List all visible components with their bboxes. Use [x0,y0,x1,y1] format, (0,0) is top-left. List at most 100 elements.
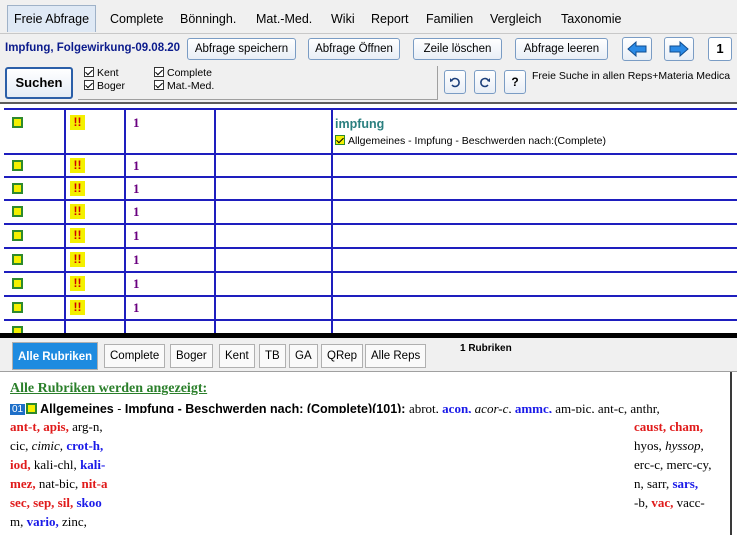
tab-kent[interactable]: Kent [219,344,255,368]
tab-alle-rubriken[interactable]: Alle Rubriken [12,342,99,370]
search-button[interactable]: Suchen [5,67,73,99]
undo-button[interactable] [444,70,466,94]
tab-qrep[interactable]: QRep [321,344,364,368]
importance-marker[interactable]: !! [70,252,85,267]
remedy-abbrev[interactable]: sep, [33,495,58,510]
importance-marker[interactable]: !! [70,158,85,173]
checkbox-mat-med-box[interactable] [154,80,164,90]
tab-mat-med[interactable]: Mat.-Med. [256,8,312,30]
back-button[interactable] [622,37,652,61]
remedy-abbrev[interactable]: apis, [43,419,72,434]
remedy-abbrev[interactable]: vario, [27,514,62,529]
grid-row[interactable]: !! 1 [4,247,737,271]
tab-alle-reps[interactable]: Alle Reps [365,344,427,368]
grid-column-divider [124,249,126,271]
redo-button[interactable] [474,70,496,94]
remedy-abbrev[interactable]: cic, [10,438,32,453]
tab-complete-rep[interactable]: Complete [104,344,166,368]
remedy-abbrev[interactable]: crot-h, [66,438,103,453]
row-select-box[interactable] [12,230,23,241]
clear-query-button[interactable]: Abfrage leeren [515,38,608,60]
tab-taxonomie[interactable]: Taxonomie [561,8,621,30]
remedy-abbrev[interactable]: vacc- [677,495,705,510]
remedy-abbrev[interactable]: zinc, [62,514,87,529]
remedy-abbrev[interactable]: cham, [669,419,703,434]
tab-boenningh[interactable]: Bönningh. [180,8,236,30]
matched-rubric[interactable]: Allgemeines - Impfung - Beschwerden nach… [335,135,606,147]
checkbox-complete[interactable]: Complete [154,67,212,80]
row-select-box[interactable] [12,183,23,194]
importance-marker[interactable]: !! [70,204,85,219]
tab-wiki[interactable]: Wiki [331,8,355,30]
page-number[interactable]: 1 [708,37,732,61]
row-select-box[interactable] [12,160,23,171]
remedy-abbrev[interactable]: skoo [76,495,101,510]
remedy-abbrev[interactable]: arg-n, [72,419,102,434]
checkbox-mat-med[interactable]: Mat.-Med. [154,80,214,93]
remedy-abbrev[interactable]: iod, [10,457,34,472]
remedy-abbrev[interactable]: kali-chl, [34,457,80,472]
delete-row-button[interactable]: Zeile löschen [413,38,502,60]
remedy-abbrev[interactable]: kali- [80,457,105,472]
tab-familien[interactable]: Familien [426,8,473,30]
row-select-box[interactable] [12,206,23,217]
forward-button[interactable] [664,37,694,61]
tab-boger[interactable]: Boger [170,344,213,368]
importance-marker[interactable]: !! [70,181,85,196]
remedy-abbrev[interactable]: caust, [634,419,669,434]
tab-tb[interactable]: TB [259,344,286,368]
grid-row[interactable]: !! 1 [4,271,737,295]
rubric-select-box[interactable] [26,403,38,414]
remedy-abbrev[interactable]: sil, [58,495,77,510]
grid-row[interactable]: !! 1 [4,153,737,176]
remedy-abbrev[interactable]: n, sarr, [634,476,672,491]
remedy-abbrev[interactable]: m, [10,514,27,529]
row-select-box[interactable] [12,254,23,265]
checkbox-kent[interactable]: Kent [84,67,119,80]
grid-row[interactable]: !! 1 [4,199,737,223]
importance-marker[interactable]: !! [70,300,85,315]
grid-row[interactable] [4,319,737,333]
rubric-part-general[interactable]: Allgemeines [40,402,114,416]
remedy-list-line: iod, kali-chl, kali- [10,457,105,472]
remedy-abbrev[interactable]: nat-bic, [39,476,82,491]
remedy-abbrev[interactable]: mez, [10,476,39,491]
remedy-abbrev[interactable]: sec, [10,495,33,510]
help-button[interactable]: ? [504,70,526,94]
row-select-box[interactable] [12,117,23,128]
importance-marker[interactable]: !! [70,276,85,291]
tab-freie-abfrage[interactable]: Freie Abfrage [7,5,97,32]
checkbox-boger-box[interactable] [84,80,94,90]
rubric-checkbox[interactable] [335,135,345,145]
remedy-abbrev[interactable]: hyssop, [665,438,704,453]
tab-complete[interactable]: Complete [110,8,164,30]
open-query-button[interactable]: Abfrage Öffnen [308,38,400,60]
grid-row[interactable]: !! 1 [4,223,737,247]
checkbox-complete-box[interactable] [154,67,164,77]
remedy-abbrev[interactable]: -b, [634,495,651,510]
tab-vergleich[interactable]: Vergleich [490,8,541,30]
grid-row[interactable]: !! 1 impfung Allgemeines - Impfung - Bes… [4,108,737,153]
row-select-box[interactable] [12,326,23,333]
remedy-abbrev[interactable]: vac, [651,495,676,510]
grid-column-divider [331,178,333,199]
importance-marker[interactable]: !! [70,115,85,130]
checkbox-kent-box[interactable] [84,67,94,77]
row-select-box[interactable] [12,278,23,289]
row-select-box[interactable] [12,302,23,313]
grid-row[interactable]: !! 1 [4,295,737,319]
grid-column-divider [64,321,66,333]
grid-row[interactable]: !! 1 [4,176,737,199]
tab-report[interactable]: Report [371,8,409,30]
search-term[interactable]: impfung [335,117,384,131]
checkbox-boger[interactable]: Boger [84,80,125,93]
remedy-abbrev[interactable]: nit-a [81,476,107,491]
remedy-abbrev[interactable]: hyos, [634,438,665,453]
remedy-abbrev[interactable]: erc-c, merc-cy, [634,457,711,472]
tab-ga[interactable]: GA [289,344,318,368]
save-query-button[interactable]: Abfrage speichern [187,38,296,60]
remedy-abbrev[interactable]: ant-t, [10,419,43,434]
importance-marker[interactable]: !! [70,228,85,243]
remedy-abbrev[interactable]: cimic, [32,438,67,453]
remedy-abbrev[interactable]: sars, [672,476,698,491]
